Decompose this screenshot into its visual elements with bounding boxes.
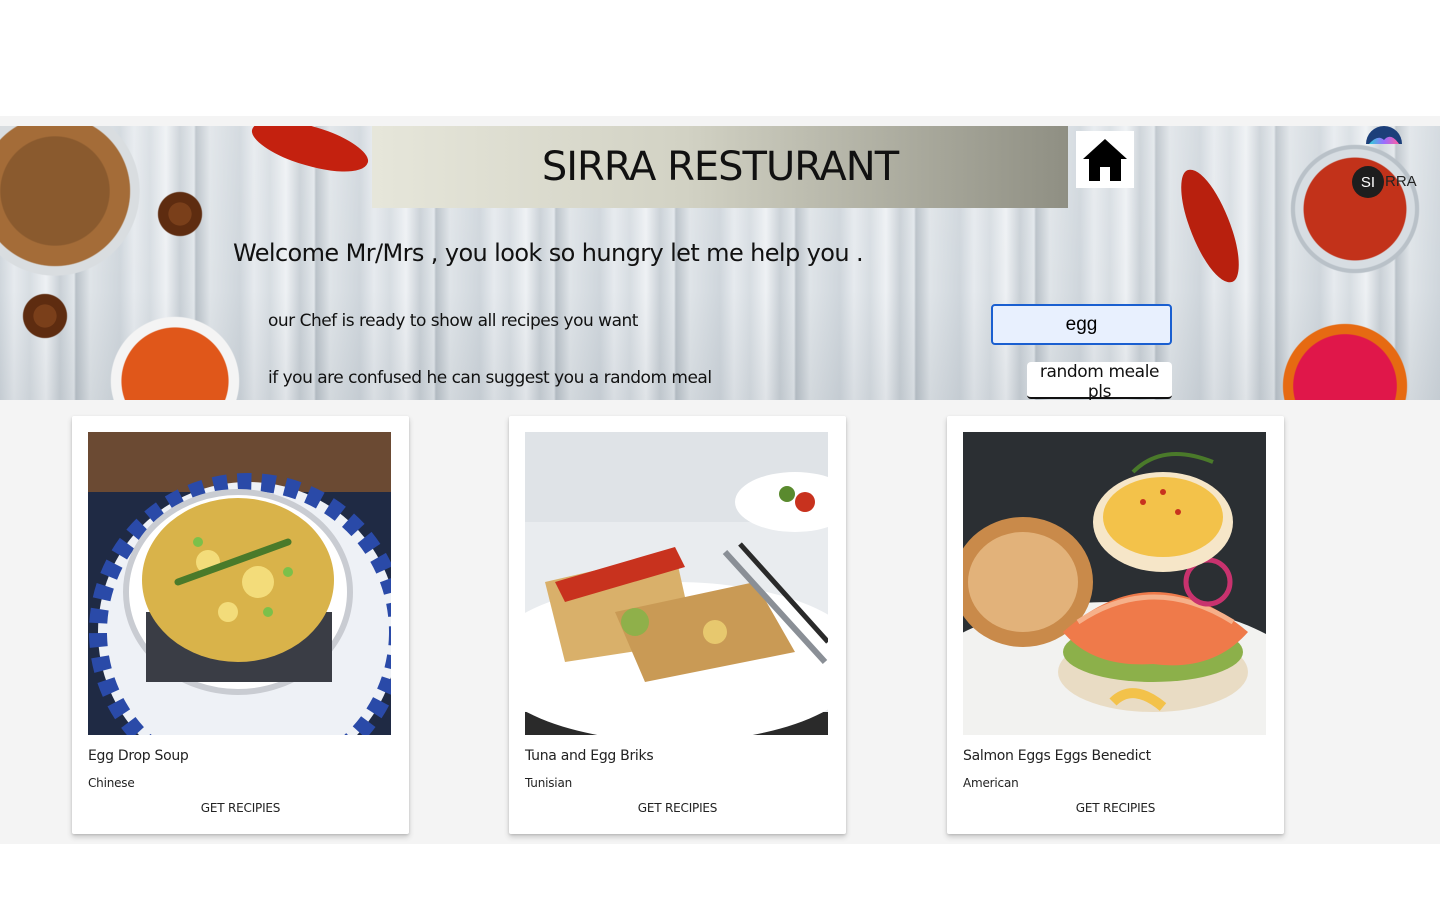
recipe-image[interactable] <box>525 432 828 735</box>
recipe-name: Egg Drop Soup <box>88 748 189 764</box>
get-recipes-button[interactable]: GET RECIPIES <box>509 798 846 818</box>
recipe-card: Tuna and Egg Briks Tunisian GET RECIPIES <box>509 416 846 834</box>
top-blank-area <box>0 0 1440 116</box>
recipe-area: Tunisian <box>525 776 572 790</box>
logo-text: RRA <box>1385 173 1417 190</box>
home-icon <box>1083 138 1127 181</box>
bottom-blank-area <box>0 844 1440 900</box>
recipe-name: Salmon Eggs Eggs Benedict <box>963 748 1151 764</box>
search-input[interactable] <box>991 304 1172 345</box>
star-anise-decoration <box>5 276 85 356</box>
paprika-bowl-decoration <box>100 306 250 400</box>
chili-decoration <box>1172 162 1248 290</box>
chef-subtext: our Chef is ready to show all recipes yo… <box>268 311 638 331</box>
recipe-image[interactable] <box>88 432 391 735</box>
tuna-egg-briks-image <box>525 432 828 735</box>
get-recipes-button[interactable]: GET RECIPIES <box>72 798 409 818</box>
recipe-area: Chinese <box>88 776 135 790</box>
home-button[interactable] <box>1076 131 1134 188</box>
recipe-name: Tuna and Egg Briks <box>525 748 654 764</box>
title-banner: SIRRA RESTURANT <box>372 126 1068 208</box>
hero-banner: SIRRA RESTURANT SI RRA Welcome Mr/Mrs , … <box>0 126 1440 400</box>
star-anise-decoration <box>140 174 220 254</box>
page-title: SIRRA RESTURANT <box>541 144 899 190</box>
logo-badge: SI <box>1352 166 1384 198</box>
pink-spice-bowl-decoration <box>1270 316 1420 400</box>
star-anise-bowl-decoration <box>0 126 140 276</box>
brand-logo[interactable]: SI RRA <box>1352 126 1432 206</box>
welcome-heading: Welcome Mr/Mrs , you look so hungry let … <box>233 239 864 267</box>
recipe-area: American <box>963 776 1019 790</box>
app-root: SIRRA RESTURANT SI RRA Welcome Mr/Mrs , … <box>0 116 1440 844</box>
recipe-card: Salmon Eggs Eggs Benedict American GET R… <box>947 416 1284 834</box>
salmon-eggs-benedict-image <box>963 432 1266 735</box>
recipe-card: Egg Drop Soup Chinese GET RECIPIES <box>72 416 409 834</box>
egg-drop-soup-image <box>88 432 391 735</box>
get-recipes-button[interactable]: GET RECIPIES <box>947 798 1284 818</box>
logo-arc-icon <box>1366 126 1402 144</box>
recipe-image[interactable] <box>963 432 1266 735</box>
random-meal-button[interactable]: random meale pls <box>1027 362 1172 400</box>
chili-decoration <box>246 126 374 186</box>
random-meal-subtext: if you are confused he can suggest you a… <box>268 368 712 388</box>
